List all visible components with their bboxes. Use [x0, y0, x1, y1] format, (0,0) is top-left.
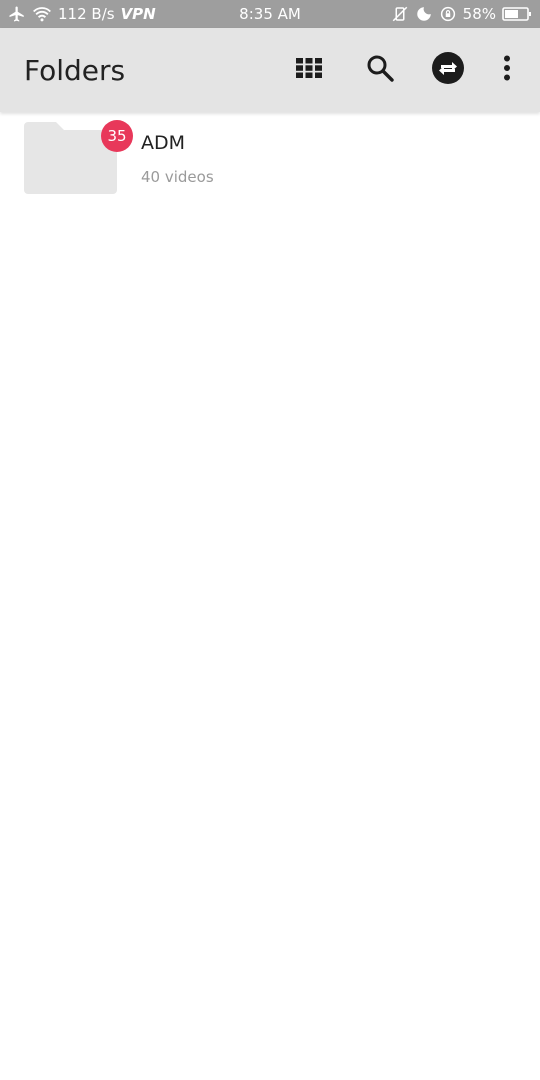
new-count-badge: 35	[101, 120, 133, 152]
do-not-disturb-moon-icon	[415, 5, 433, 23]
folder-video-count: 40 videos	[141, 168, 214, 186]
search-icon	[366, 54, 394, 86]
status-bar: 112 B/s VPN 8:35 AM 58%	[0, 0, 540, 28]
grid-view-icon	[296, 58, 322, 82]
status-bar-right: 58%	[391, 0, 532, 28]
page-title: Folders	[24, 53, 126, 87]
vibrate-off-icon	[391, 5, 409, 23]
folder-item[interactable]: 35 ADM 40 videos	[0, 116, 540, 200]
wifi-icon	[32, 5, 52, 23]
battery-percent: 58%	[462, 5, 496, 23]
transfer-icon	[432, 52, 464, 88]
battery-icon	[502, 6, 532, 22]
folder-list: 35 ADM 40 videos	[0, 116, 540, 200]
grid-view-button[interactable]	[287, 48, 331, 92]
status-time: 8:35 AM	[239, 5, 301, 23]
more-vert-icon	[503, 55, 511, 85]
transfer-button[interactable]	[426, 48, 470, 92]
folder-name: ADM	[141, 132, 186, 154]
vpn-indicator: VPN	[120, 5, 156, 23]
rotation-lock-icon	[439, 5, 457, 23]
more-options-button[interactable]	[485, 48, 529, 92]
network-speed: 112 B/s	[58, 5, 115, 23]
airplane-icon	[8, 5, 26, 23]
app-bar: Folders	[0, 28, 540, 112]
search-button[interactable]	[358, 48, 402, 92]
status-bar-left: 112 B/s VPN	[8, 0, 156, 28]
